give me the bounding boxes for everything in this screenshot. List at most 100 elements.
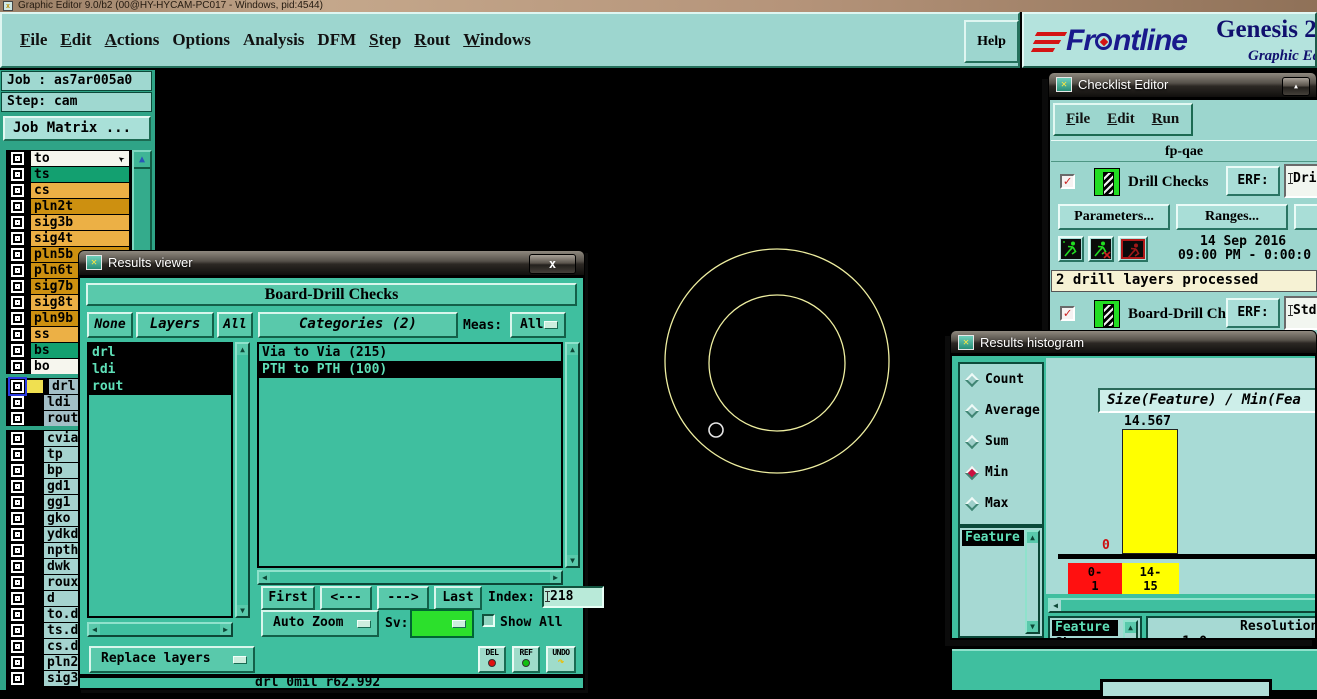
layer-name[interactable]: sig4t — [31, 230, 129, 246]
layer-visibility-checkbox[interactable] — [10, 655, 25, 670]
layer-visibility-checkbox[interactable] — [10, 527, 25, 542]
measure-radio-average[interactable]: Average — [960, 395, 1042, 426]
menu-item-step[interactable]: Step — [369, 30, 401, 50]
rv-category-scrollbar[interactable]: ▲ ▼ — [565, 342, 580, 568]
menu-item-edit[interactable]: Edit — [60, 30, 91, 50]
layer-visibility-checkbox[interactable] — [10, 495, 25, 510]
layer-visibility-checkbox[interactable] — [10, 327, 25, 342]
layer-visibility-checkbox[interactable] — [10, 295, 25, 310]
layer-visibility-checkbox[interactable] — [10, 151, 25, 166]
layer-visibility-checkbox[interactable] — [10, 559, 25, 574]
layer-visibility-checkbox[interactable] — [10, 263, 25, 278]
measure-radio-min[interactable]: Min — [960, 457, 1042, 488]
scroll-right-icon[interactable]: ▶ — [550, 572, 561, 583]
layer-visibility-checkbox[interactable] — [10, 215, 25, 230]
index-input[interactable]: 218 — [542, 586, 604, 608]
scroll-right-icon[interactable]: ▶ — [220, 624, 231, 635]
layer-visibility-checkbox[interactable] — [10, 575, 25, 590]
histogram-titlebar[interactable]: ✕ Results histogram — [950, 330, 1317, 354]
layer-visibility-checkbox[interactable] — [10, 279, 25, 294]
checklist-menu-file[interactable]: File — [1066, 111, 1090, 128]
checklist-menu-edit[interactable]: Edit — [1107, 111, 1135, 128]
menu-item-actions[interactable]: Actions — [105, 30, 160, 50]
shape-item-feature[interactable]: Feature — [1052, 620, 1118, 636]
run-action-button[interactable] — [1058, 236, 1084, 262]
board-drill-checkbox[interactable]: ✓ — [1060, 306, 1075, 321]
show-all-checkbox[interactable] — [482, 614, 495, 627]
replace-layers-dropdown[interactable]: Replace layers — [89, 646, 255, 673]
layer-visibility-checkbox[interactable] — [10, 167, 25, 182]
layer-name[interactable]: to ➤ — [31, 150, 129, 166]
run-stop-button[interactable] — [1118, 236, 1148, 262]
scroll-up-icon[interactable]: ▲ — [134, 152, 150, 169]
measure-radio-sum[interactable]: Sum — [960, 426, 1042, 457]
run-action-button-2[interactable] — [1088, 236, 1114, 262]
scroll-down-icon[interactable]: ▼ — [567, 555, 578, 566]
erf-value-field[interactable]: Dril — [1284, 164, 1317, 198]
layer-visibility-checkbox[interactable] — [10, 463, 25, 478]
scroll-up-icon[interactable]: ▲ — [1125, 622, 1136, 633]
drill-checks-checkbox[interactable]: ✓ — [1060, 174, 1075, 189]
histogram-bar[interactable] — [1122, 429, 1178, 554]
meas-dropdown[interactable]: All — [510, 312, 566, 338]
layer-visibility-checkbox[interactable] — [10, 395, 25, 410]
next-button[interactable]: ---> — [377, 586, 429, 610]
menu-item-rout[interactable]: Rout — [414, 30, 450, 50]
scroll-down-icon[interactable]: ▼ — [237, 605, 248, 616]
rv-category-item-0[interactable]: Via to Via (215) — [259, 344, 561, 361]
filter-all-button[interactable]: All — [217, 312, 253, 338]
rv-layer-item-drl[interactable]: drl — [89, 344, 231, 361]
checks-header-button[interactable]: Board-Drill Checks — [86, 283, 577, 306]
last-button[interactable]: Last — [434, 586, 482, 610]
checklist-menu-run[interactable]: Run — [1152, 111, 1180, 128]
help-menu[interactable]: Help — [964, 20, 1019, 63]
layer-visibility-checkbox[interactable] — [10, 671, 25, 686]
results-viewer-titlebar[interactable]: ✕ Results viewer x — [78, 250, 585, 276]
auto-zoom-dropdown[interactable]: Auto Zoom — [261, 610, 379, 637]
measure-radio-count[interactable]: Count — [960, 364, 1042, 395]
layer-visibility-checkbox[interactable] — [10, 511, 25, 526]
layer-visibility-checkbox[interactable] — [10, 543, 25, 558]
layer-visibility-checkbox[interactable] — [10, 591, 25, 606]
layer-visibility-checkbox[interactable] — [10, 607, 25, 622]
layer-visibility-checkbox[interactable] — [10, 431, 25, 446]
layer-name[interactable]: cs — [31, 182, 129, 198]
range-cell-0-1[interactable]: 0- 1 — [1068, 563, 1122, 594]
rv-layer-item-ldi[interactable]: ldi — [89, 361, 231, 378]
scroll-left-icon[interactable]: ◀ — [1050, 600, 1061, 611]
window-control-icon[interactable]: ▴ — [1282, 77, 1310, 96]
menu-item-file[interactable]: File — [20, 30, 47, 50]
rv-category-item-1[interactable]: PTH to PTH (100) — [259, 361, 561, 378]
undo-button[interactable]: UNDO ↷ — [546, 646, 576, 673]
feature-list-scrollbar[interactable]: ▲ ▼ — [1025, 530, 1040, 634]
close-icon[interactable]: x — [529, 254, 576, 274]
layer-name[interactable]: sig3b — [31, 214, 129, 230]
chart-hscrollbar[interactable]: ◀ — [1048, 598, 1315, 613]
layer-visibility-checkbox[interactable] — [10, 311, 25, 326]
erf-button[interactable]: ERF: — [1226, 166, 1280, 196]
layer-visibility-checkbox[interactable] — [10, 247, 25, 262]
scroll-left-icon[interactable]: ◀ — [89, 624, 100, 635]
shape-list-scrollbar[interactable]: ▲ ▼ — [1123, 620, 1138, 638]
layer-visibility-checkbox[interactable] — [10, 639, 25, 654]
scroll-left-icon[interactable]: ◀ — [259, 572, 270, 583]
erf-button-2[interactable]: ERF: — [1226, 298, 1280, 328]
menu-item-options[interactable]: Options — [172, 30, 230, 50]
layer-visibility-checkbox[interactable] — [10, 447, 25, 462]
ref-button[interactable]: REF — [512, 646, 540, 673]
menu-item-dfm[interactable]: DFM — [317, 30, 356, 50]
parameters-button[interactable]: Parameters... — [1058, 204, 1170, 230]
erf-value-field-2[interactable]: Std — [1284, 296, 1317, 330]
scroll-up-icon[interactable]: ▲ — [1027, 532, 1038, 543]
filter-layers-button[interactable]: Layers — [136, 312, 214, 338]
layer-visibility-checkbox[interactable] — [10, 479, 25, 494]
filter-none-button[interactable]: None — [87, 312, 133, 338]
layer-name[interactable]: pln2t — [31, 198, 129, 214]
checklist-titlebar[interactable]: ✕ Checklist Editor ▴ — [1048, 72, 1317, 98]
ranges-button[interactable]: Ranges... — [1176, 204, 1288, 230]
rv-layer-hscrollbar[interactable]: ◀ ▶ — [87, 622, 233, 637]
layer-visibility-checkbox[interactable] — [10, 199, 25, 214]
first-button[interactable]: First — [261, 586, 315, 610]
rv-layer-item-rout[interactable]: rout — [89, 378, 231, 395]
layer-visibility-checkbox[interactable] — [10, 231, 25, 246]
